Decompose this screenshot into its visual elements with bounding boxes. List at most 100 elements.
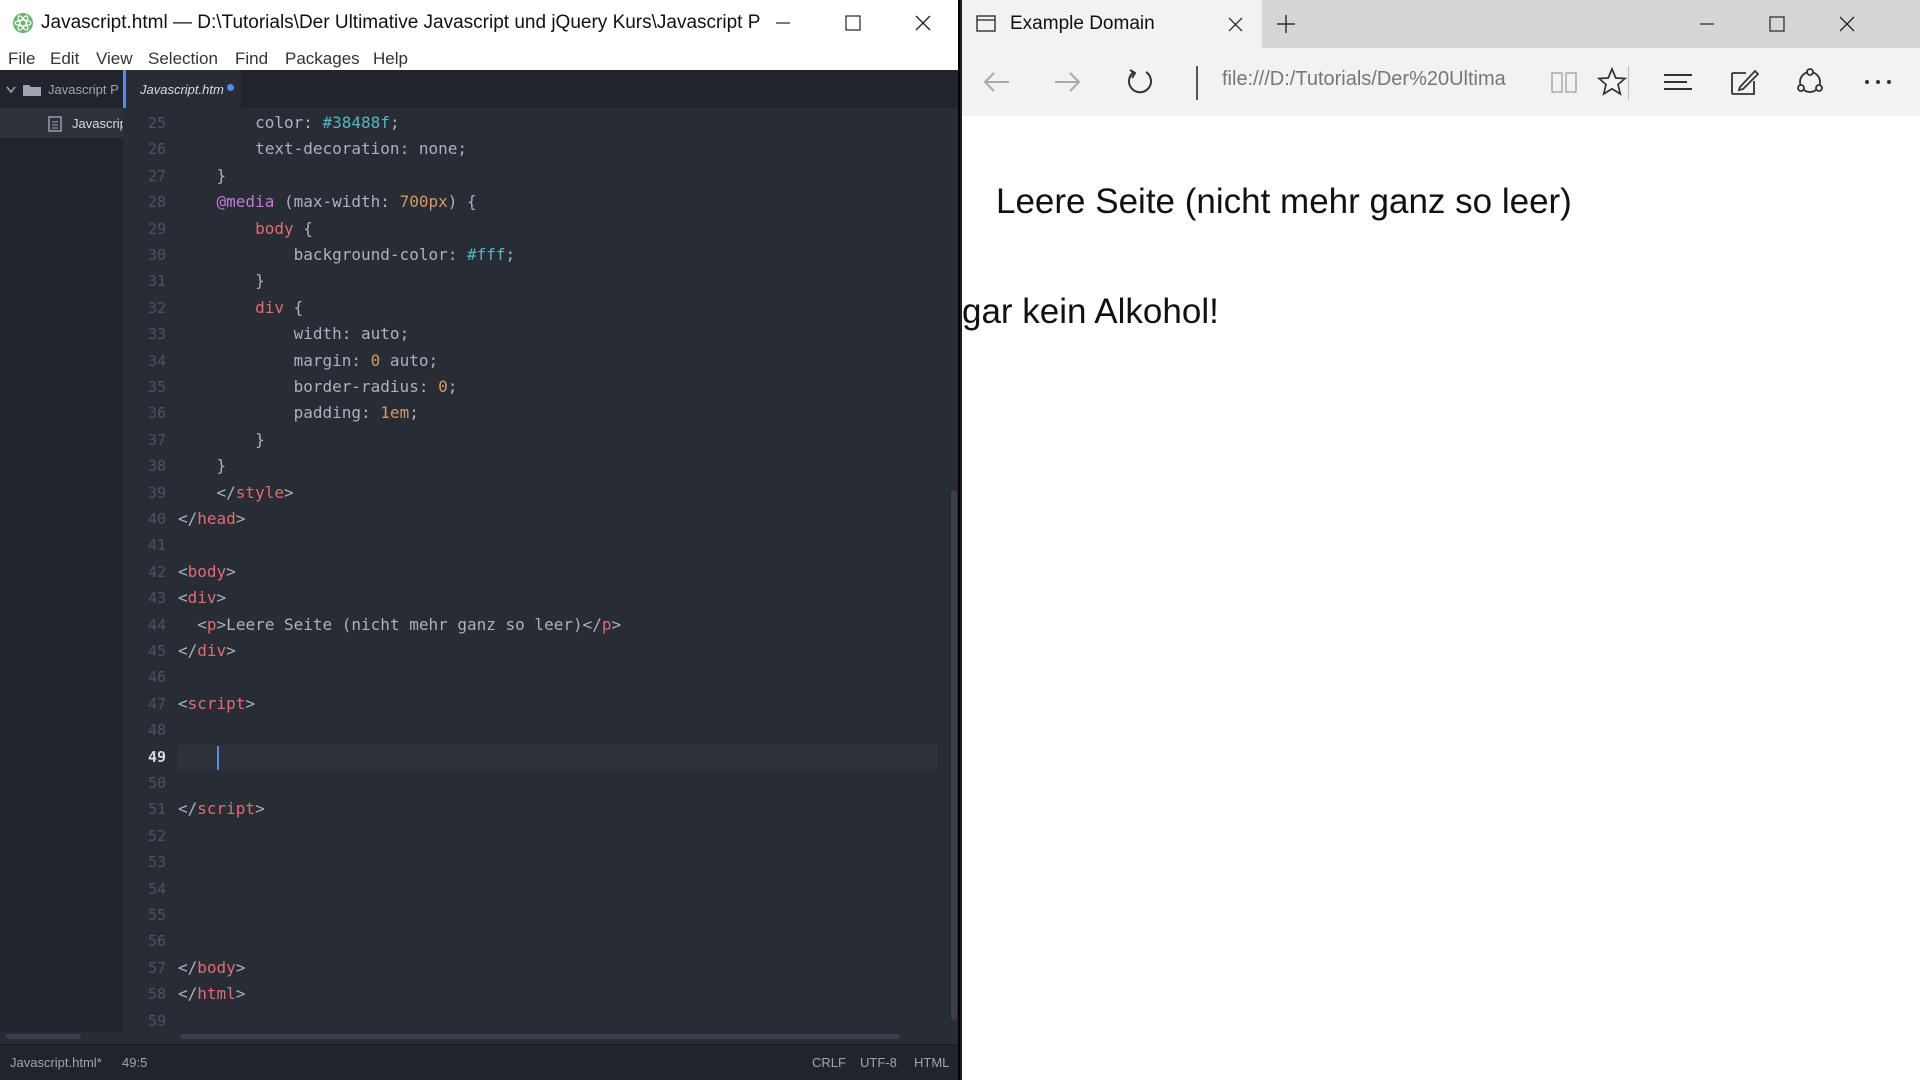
line-number: 28	[147, 193, 166, 212]
text-cursor	[217, 745, 219, 770]
menu-find[interactable]: Find	[235, 49, 268, 69]
atom-logo-icon	[13, 13, 33, 33]
menu-bar: File Edit View Selection Find Packages H…	[0, 46, 958, 70]
line-number: 25	[147, 114, 166, 132]
tab-javascript-html[interactable]: Javascript.htm	[123, 70, 241, 108]
tab-label: Javascript.htm	[140, 82, 224, 97]
code-line: <p>Leere Seite (nicht mehr ganz so leer)…	[178, 614, 622, 634]
line-number: 50	[147, 774, 166, 792]
tree-file-selected[interactable]: Javascrip	[0, 108, 127, 138]
line-number: 30	[147, 246, 166, 264]
menu-file[interactable]: File	[8, 49, 35, 69]
line-number: 55	[147, 906, 166, 924]
line-number: 44	[147, 615, 166, 634]
line-number: 39	[147, 483, 166, 502]
code-line: <body>	[178, 561, 236, 581]
line-number: 47	[147, 694, 166, 713]
edge-window: Example Domain file:///D:/Tutorials/Der%…	[960, 0, 1920, 1080]
edge-maximize-button[interactable]	[1742, 0, 1812, 48]
edge-close-button[interactable]	[1812, 0, 1882, 48]
code-line: color: #38488f;	[255, 113, 400, 132]
hub-button[interactable]	[1648, 48, 1708, 116]
code-line: }	[178, 271, 265, 291]
chevron-down-icon	[6, 86, 16, 93]
status-encoding[interactable]: UTF-8	[860, 1055, 897, 1070]
minimize-button[interactable]	[748, 0, 818, 46]
line-number-gutter: 25 26 27 28 29 30 31 32 33 34 35 36 37 38 39 40 41 42 43 44…	[123, 108, 170, 1032]
menu-edit[interactable]: Edit	[50, 49, 79, 69]
more-dots-icon	[1865, 80, 1891, 84]
code-line: margin: 0 auto;	[293, 350, 439, 370]
status-cursor-position[interactable]: 49:5	[122, 1055, 147, 1070]
code-line: border-radius: 0;	[293, 377, 458, 396]
tab-close-icon[interactable]	[1228, 17, 1243, 32]
line-number: 31	[147, 272, 166, 291]
line-number: 45	[147, 642, 166, 660]
menu-view[interactable]: View	[96, 49, 133, 69]
menu-help[interactable]: Help	[373, 49, 408, 69]
line-number: 56	[147, 932, 166, 951]
code-line: width: auto;	[293, 324, 410, 344]
tree-project-root[interactable]: Javascript P	[6, 82, 119, 97]
atom-window: Javascript.html — D:\Tutorials\Der Ultim…	[0, 0, 958, 1080]
code-line: <script>	[178, 693, 256, 713]
tab-bar: Javascript.htm	[123, 70, 958, 108]
refresh-button[interactable]	[1110, 48, 1170, 116]
browser-tab[interactable]: Example Domain	[962, 0, 1262, 48]
more-button[interactable]	[1848, 48, 1908, 116]
minimize-icon	[1700, 23, 1714, 25]
new-tab-icon[interactable]	[1276, 14, 1296, 34]
code-line: }	[178, 456, 227, 476]
line-number: 38	[147, 457, 166, 476]
edge-minimize-button[interactable]	[1672, 0, 1742, 48]
horizontal-scrollbar[interactable]	[180, 1034, 900, 1039]
status-line-ending[interactable]: CRLF	[812, 1055, 846, 1070]
code-line: </head>	[178, 509, 246, 528]
status-file-name[interactable]: Javascript.html*	[10, 1055, 102, 1070]
code-area[interactable]: color: #38488f; text-decoration: none; }…	[178, 108, 938, 1032]
tree-file-label: Javascrip	[72, 116, 127, 131]
line-number: 34	[147, 351, 166, 370]
code-line: </script>	[178, 799, 265, 819]
code-line: </html>	[178, 984, 246, 1004]
web-note-button[interactable]	[1714, 48, 1774, 116]
code-line: <div>	[178, 588, 227, 608]
line-number: 42	[147, 562, 166, 581]
toolbar-divider	[1628, 66, 1629, 100]
back-button[interactable]	[966, 48, 1026, 116]
forward-button[interactable]	[1038, 48, 1098, 116]
page-content: Leere Seite (nicht mehr ganz so leer) ga…	[962, 116, 1920, 1080]
folder-icon	[23, 84, 41, 96]
code-line: </body>	[178, 957, 246, 977]
share-icon	[1797, 68, 1823, 93]
code-line: @media (max-width: 700px) {	[216, 192, 477, 212]
address-bar[interactable]: file:///D:/Tutorials/Der%20Ultima	[1222, 68, 1512, 91]
share-button[interactable]	[1780, 48, 1840, 116]
code-line: background-color: #fff;	[293, 245, 516, 264]
line-number: 27	[147, 166, 166, 185]
browser-toolbar: file:///D:/Tutorials/Der%20Ultima	[962, 48, 1920, 117]
close-button[interactable]	[888, 0, 958, 46]
refresh-icon	[1128, 69, 1152, 94]
window-title: Javascript.html — D:\Tutorials\Der Ultim…	[41, 12, 761, 33]
status-grammar[interactable]: HTML	[914, 1055, 949, 1070]
line-number: 46	[147, 668, 166, 687]
line-number: 36	[147, 404, 166, 423]
menu-packages[interactable]: Packages	[285, 49, 360, 69]
maximize-button[interactable]	[818, 0, 888, 46]
line-number: 49	[147, 747, 166, 766]
tree-horizontal-scrollbar[interactable]	[6, 1034, 81, 1039]
line-number: 43	[147, 589, 166, 608]
line-number: 51	[147, 800, 166, 819]
close-icon	[915, 15, 931, 31]
code-line: </div>	[178, 641, 236, 660]
file-icon	[48, 116, 62, 132]
menu-selection[interactable]: Selection	[148, 49, 218, 69]
favorite-button[interactable]	[1582, 48, 1642, 116]
atom-titlebar: Javascript.html — D:\Tutorials\Der Ultim…	[0, 0, 958, 46]
vertical-scrollbar[interactable]	[951, 490, 957, 1020]
line-number: 58	[147, 985, 166, 1004]
line-number: 53	[147, 853, 166, 872]
code-line: }	[178, 429, 265, 449]
line-number: 32	[147, 298, 166, 317]
